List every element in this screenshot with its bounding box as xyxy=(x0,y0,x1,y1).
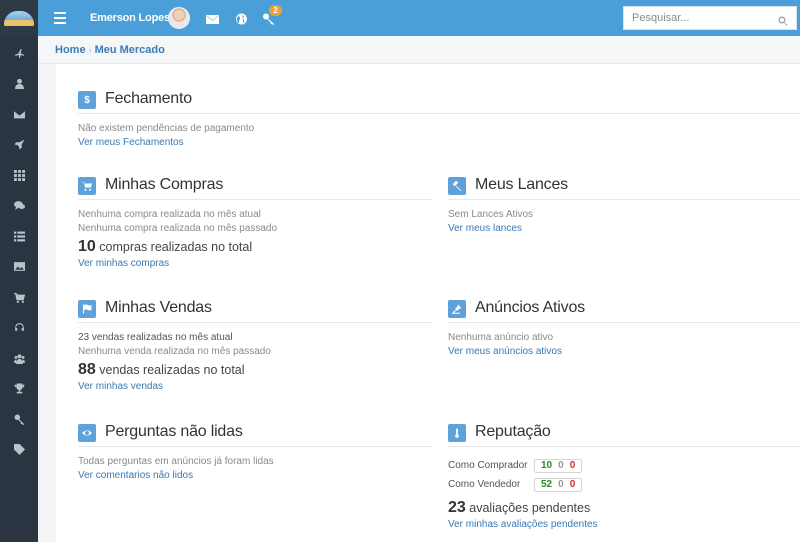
status-text: Todas perguntas em anúncios já foram lid… xyxy=(78,456,274,467)
negative-count: 0 xyxy=(569,460,576,471)
section-title: Reputação xyxy=(475,423,551,440)
section-title: Minhas Vendas xyxy=(105,299,212,316)
section-title: Fechamento xyxy=(105,90,192,107)
breadcrumb: Home › Meu Mercado xyxy=(55,44,165,56)
section-perguntas: Perguntas não lidas Todas perguntas em a… xyxy=(78,423,432,483)
user-icon[interactable] xyxy=(0,69,38,100)
section-title: Minhas Compras xyxy=(105,176,224,193)
envelope-icon[interactable] xyxy=(206,12,219,24)
top-navbar: Emerson Lopes 2 xyxy=(38,0,800,36)
trophy-icon[interactable] xyxy=(0,374,38,405)
pending-count: 23 xyxy=(448,499,466,516)
buyer-label: Como Comprador xyxy=(448,460,528,471)
neutral-count: 0 xyxy=(558,479,564,490)
headset-icon[interactable] xyxy=(0,313,38,344)
breadcrumb-separator: › xyxy=(88,45,92,55)
seller-score-badge: 52 0 0 xyxy=(534,477,583,492)
negative-count: 0 xyxy=(569,479,576,490)
total-label: vendas realizadas no total xyxy=(99,363,245,377)
reputation-seller-row: Como Vendedor 52 0 0 xyxy=(448,475,800,494)
status-text: Nenhuma anúncio ativo xyxy=(448,332,554,343)
section-lances: Meus Lances Sem Lances Ativos Ver meus l… xyxy=(448,176,800,236)
search-box xyxy=(623,6,797,30)
status-text: Nenhuma compra realizada no mês passado xyxy=(78,223,277,234)
cart-icon xyxy=(78,177,96,195)
breadcrumb-bar: Home › Meu Mercado xyxy=(38,36,800,64)
dashboard-panel: $ Fechamento Não existem pendências de p… xyxy=(56,64,800,542)
status-text: Nenhuma compra realizada no mês atual xyxy=(78,209,261,220)
content-area: $ Fechamento Não existem pendências de p… xyxy=(38,64,800,542)
seller-label: Como Vendedor xyxy=(448,479,521,490)
buyer-score-badge: 10 0 0 xyxy=(534,458,583,473)
pending-label: avaliações pendentes xyxy=(469,501,591,515)
positive-count: 10 xyxy=(541,460,553,471)
status-text: 23 vendas realizadas no mês atual xyxy=(78,332,233,343)
reputation-buyer-row: Como Comprador 10 0 0 xyxy=(448,456,800,475)
total-count: 88 xyxy=(78,361,96,378)
grid-icon[interactable] xyxy=(0,160,38,191)
breadcrumb-home[interactable]: Home xyxy=(55,44,86,56)
cart-icon[interactable] xyxy=(0,282,38,313)
positive-count: 52 xyxy=(541,479,553,490)
fechamentos-link[interactable]: Ver meus Fechamentos xyxy=(78,136,800,150)
status-text: Não existem pendências de pagamento xyxy=(78,123,255,134)
dollar-icon: $ xyxy=(78,91,96,109)
plane-icon[interactable] xyxy=(0,38,38,69)
rocket-icon[interactable] xyxy=(0,130,38,161)
status-text: Nenhuma venda realizada no mês passado xyxy=(78,346,271,357)
eye-icon xyxy=(78,424,96,442)
total-count: 10 xyxy=(78,238,96,255)
section-title: Perguntas não lidas xyxy=(105,423,243,440)
gavel-icon xyxy=(448,177,466,195)
total-label: compras realizadas no total xyxy=(99,240,253,254)
neutral-count: 0 xyxy=(558,460,564,471)
left-sidebar xyxy=(0,0,38,542)
search-input[interactable] xyxy=(624,7,764,29)
globe-icon[interactable] xyxy=(235,12,248,25)
menu-toggle-icon[interactable] xyxy=(54,12,66,24)
section-anuncios: Anúncios Ativos Nenhuma anúncio ativo Ve… xyxy=(448,299,800,359)
notification-badge: 2 xyxy=(269,5,282,16)
search-icon[interactable] xyxy=(778,13,788,26)
image-icon[interactable] xyxy=(0,252,38,283)
avatar[interactable] xyxy=(168,7,190,29)
section-title: Meus Lances xyxy=(475,176,568,193)
logo[interactable] xyxy=(0,0,38,36)
compras-link[interactable]: Ver minhas compras xyxy=(78,257,432,271)
comments-icon[interactable] xyxy=(0,191,38,222)
vendas-link[interactable]: Ver minhas vendas xyxy=(78,380,432,394)
list-icon[interactable] xyxy=(0,221,38,252)
status-text: Sem Lances Ativos xyxy=(448,209,534,220)
tag-icon[interactable] xyxy=(0,435,38,466)
lances-link[interactable]: Ver meus lances xyxy=(448,222,800,236)
group-icon[interactable] xyxy=(0,343,38,374)
section-title: Anúncios Ativos xyxy=(475,299,585,316)
anuncios-link[interactable]: Ver meus anúncios ativos xyxy=(448,345,800,359)
key-icon[interactable] xyxy=(0,404,38,435)
thermometer-icon xyxy=(448,424,466,442)
envelope-icon[interactable] xyxy=(0,99,38,130)
section-fechamento: $ Fechamento Não existem pendências de p… xyxy=(78,90,800,150)
perguntas-link[interactable]: Ver comentarios não lidos xyxy=(78,469,432,483)
user-name[interactable]: Emerson Lopes xyxy=(90,12,170,24)
pin-icon xyxy=(448,300,466,318)
breadcrumb-current[interactable]: Meu Mercado xyxy=(95,44,165,56)
avaliacoes-link[interactable]: Ver minhas avaliações pendentes xyxy=(448,518,800,532)
section-reputacao: Reputação Como Comprador 10 0 0 Como Ven… xyxy=(448,423,800,532)
section-vendas: Minhas Vendas 23 vendas realizadas no mê… xyxy=(78,299,432,394)
section-compras: Minhas Compras Nenhuma compra realizada … xyxy=(78,176,432,271)
flag-icon xyxy=(78,300,96,318)
